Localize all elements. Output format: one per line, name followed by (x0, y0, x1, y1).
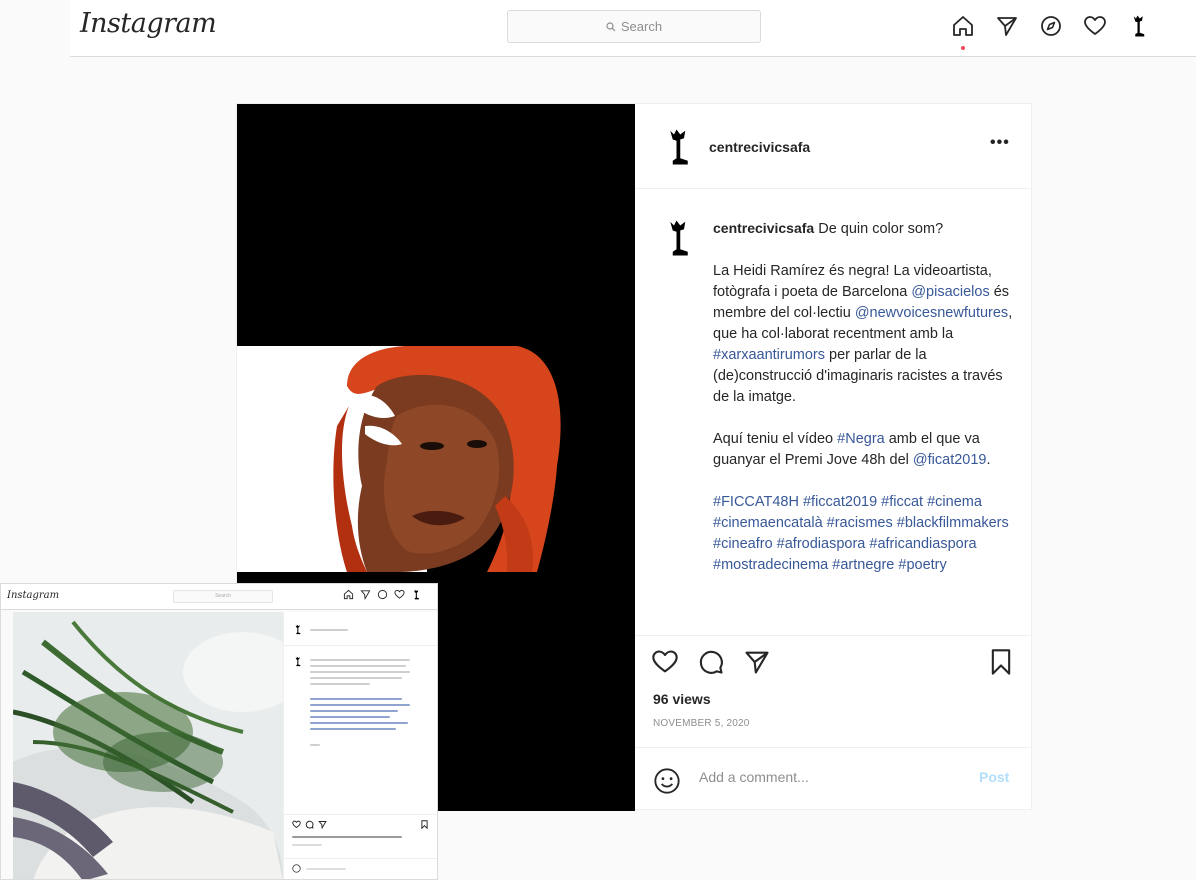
comment-bubble-icon (699, 650, 723, 674)
mention-link[interactable]: @ficat2019 (913, 452, 987, 468)
post-side-panel: centrecivicsafa ••• centrecivicsafa De q… (635, 104, 1033, 811)
emoji-smiley-icon[interactable] (653, 767, 681, 795)
emoji-smiley-icon (292, 864, 301, 873)
inset-top-bar: Instagram Search (1, 584, 437, 610)
inset-caption-line (310, 744, 320, 746)
notification-dot (961, 46, 965, 50)
share-button[interactable] (743, 648, 773, 678)
inset-likes-line (292, 836, 402, 838)
explore-button[interactable] (1038, 13, 1064, 39)
caption-text-part: Aquí teniu el vídeo (713, 431, 838, 447)
inset-date-line (292, 844, 322, 846)
inset-caption-line (310, 683, 370, 685)
inset-hashtag-line (310, 722, 408, 724)
inset-divider (284, 814, 437, 815)
like-button[interactable] (651, 648, 681, 678)
post-username[interactable]: centrecivicsafa (709, 139, 810, 155)
caption-lead: De quin color som? (818, 221, 944, 237)
post-date: NOVEMBER 5, 2020 (653, 718, 750, 729)
heart-icon (394, 589, 405, 599)
inset-side-panel (283, 612, 437, 879)
post-comment-button[interactable]: Post (979, 769, 1009, 785)
activity-button[interactable] (1082, 13, 1108, 39)
profile-button[interactable] (1126, 13, 1152, 39)
direct-button[interactable] (994, 13, 1020, 39)
profile-avatar-icon (295, 624, 301, 635)
comment-button[interactable] (697, 648, 727, 678)
add-comment-bar: Add a comment... Post (635, 747, 1033, 811)
profile-avatar-icon (1133, 15, 1145, 37)
inset-hashtag-line (310, 716, 390, 718)
home-button[interactable] (950, 13, 976, 50)
profile-avatar-icon (414, 589, 419, 600)
direct-icon (997, 17, 1017, 36)
inset-caption-line (310, 677, 402, 679)
views-count[interactable]: 96 views (653, 691, 711, 707)
post-header: centrecivicsafa ••• (635, 104, 1033, 189)
inset-divider (284, 645, 437, 646)
inset-nav-icons (343, 589, 422, 600)
caption-area[interactable]: centrecivicsafa De quin color som? La He… (635, 190, 1033, 634)
inset-hashtag-line (310, 728, 396, 730)
direct-icon (360, 590, 371, 600)
search-placeholder: Search (620, 19, 663, 34)
hashtag-link[interactable]: #Negra (837, 431, 885, 447)
heart-icon (292, 820, 301, 829)
post-actions: 96 views NOVEMBER 5, 2020 (635, 635, 1033, 745)
comment-input[interactable]: Add a comment... (699, 769, 809, 785)
herbs-bowl-image (13, 612, 283, 879)
caption-paragraph-2: Aquí teniu el vídeo #Negra amb el que va… (713, 429, 1013, 471)
heart-icon (652, 650, 678, 673)
search-icon (606, 21, 616, 31)
save-button[interactable] (987, 648, 1017, 678)
instagram-logo[interactable]: Instagram (80, 8, 217, 39)
portrait-image (237, 346, 635, 572)
more-options-button[interactable]: ••• (990, 134, 1010, 152)
nav-icons (950, 13, 1152, 50)
explore-icon (1041, 16, 1061, 36)
hashtag-list[interactable]: #FICCAT48H #ficcat2019 #ficcat #cinema #… (713, 492, 1013, 576)
profile-avatar-icon (295, 656, 301, 667)
caption-text: centrecivicsafa De quin color som? La He… (713, 218, 1013, 597)
inset-hashtag-line (310, 704, 410, 706)
inset-divider (284, 858, 437, 859)
inset-screenshot: Instagram Search (0, 583, 438, 880)
comment-bubble-icon (305, 820, 314, 829)
share-paper-plane-icon (745, 651, 769, 674)
inset-caption-line (310, 665, 406, 667)
home-icon (953, 16, 973, 36)
inset-caption-line (310, 671, 410, 673)
bookmark-icon (991, 649, 1011, 675)
caption-first-line: centrecivicsafa De quin color som? (713, 218, 1013, 240)
inset-hashtag-line (310, 710, 398, 712)
inset-caption-line (310, 659, 410, 661)
mention-link[interactable]: @newvoicesnewfutures (855, 305, 1008, 321)
home-icon (343, 589, 354, 600)
caption-paragraph-1: La Heidi Ramírez és negra! La videoartis… (713, 261, 1013, 408)
inset-username-line (310, 629, 348, 631)
caption-text-part: . (986, 452, 991, 468)
mention-link[interactable]: @pisacielos (911, 284, 989, 300)
profile-avatar-icon[interactable] (663, 127, 695, 167)
bookmark-icon (421, 820, 428, 829)
hashtag-link[interactable]: #xarxaantirumors (713, 347, 825, 363)
profile-avatar-icon[interactable] (663, 218, 695, 258)
heart-icon (1084, 16, 1106, 35)
search-input[interactable]: Search (507, 10, 761, 43)
inset-instagram-logo: Instagram (7, 590, 60, 601)
share-paper-plane-icon (318, 821, 327, 829)
top-navigation-bar: Instagram Search (70, 0, 1196, 57)
explore-icon (377, 589, 388, 600)
caption-username[interactable]: centrecivicsafa (713, 220, 814, 236)
inset-hashtag-line (310, 698, 402, 700)
inset-search-input: Search (173, 590, 273, 603)
inset-comment-line (306, 868, 346, 870)
